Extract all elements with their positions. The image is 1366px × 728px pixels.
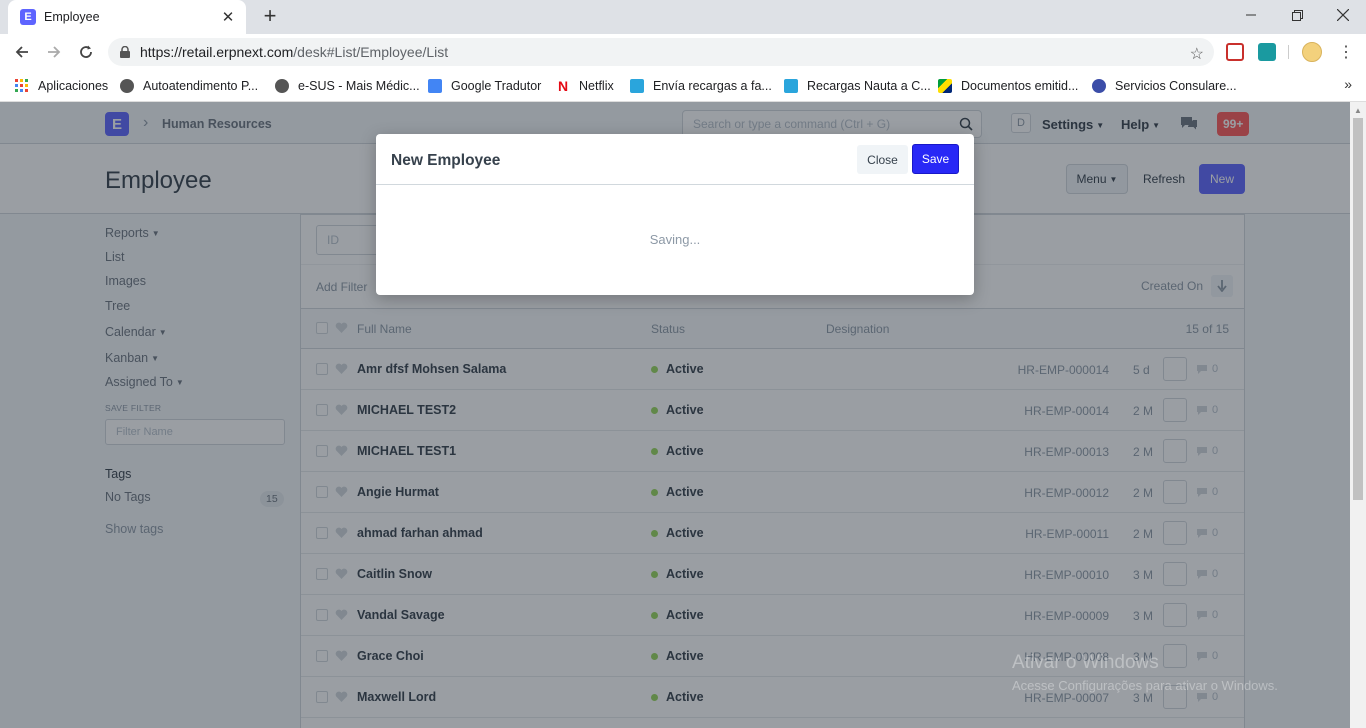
- address-bar[interactable]: https://retail.erpnext.com/desk#List/Emp…: [108, 38, 1214, 66]
- new-tab-button[interactable]: +: [258, 4, 282, 28]
- dialog-title: New Employee: [391, 152, 501, 169]
- bookmark-label: Documentos emitid...: [961, 79, 1079, 93]
- bookmark-label: e-SUS - Mais Médic...: [298, 79, 420, 93]
- watermark-title: Ativar o Windows: [1012, 652, 1159, 673]
- bookmark-label: Envía recargas a fa...: [653, 79, 772, 93]
- bookmark-item[interactable]: Aplicaciones: [15, 76, 108, 96]
- bookmark-item[interactable]: Documentos emitid...: [938, 76, 1078, 96]
- bookmark-label: Google Tradutor: [451, 79, 542, 93]
- browser-menu-icon[interactable]: ⋮: [1338, 42, 1354, 62]
- seal-icon: [1092, 79, 1106, 93]
- saving-indicator: Saving...: [649, 231, 701, 247]
- bookmark-label: Recargas Nauta a C...: [807, 79, 931, 93]
- page-scrollbar[interactable]: ▲: [1350, 102, 1366, 728]
- close-icon: [1337, 9, 1349, 21]
- back-arrow-icon: [15, 46, 28, 58]
- bookmark-item[interactable]: Servicios Consulare...: [1092, 76, 1237, 96]
- bookmark-label: Netflix: [579, 79, 614, 93]
- close-window-button[interactable]: [1320, 0, 1366, 30]
- minimize-button[interactable]: [1228, 0, 1274, 30]
- windows-activation-watermark: Ativar o Windows Acesse Configurações pa…: [1012, 652, 1278, 693]
- globe-icon: [275, 79, 289, 93]
- bookmark-item[interactable]: e-SUS - Mais Médic...: [275, 76, 420, 96]
- google-translate-icon: [428, 79, 442, 93]
- bookmark-item[interactable]: Google Tradutor: [428, 76, 541, 96]
- browser-tabstrip: E Employee ✕ +: [0, 0, 1366, 34]
- reload-button[interactable]: [73, 39, 99, 65]
- erpnext-favicon-icon: E: [20, 9, 36, 25]
- bookmarks-more-icon[interactable]: »: [1344, 76, 1352, 92]
- bird-icon: [630, 79, 644, 93]
- close-button[interactable]: Close: [857, 145, 908, 174]
- minimize-icon: [1246, 14, 1256, 16]
- restore-icon: [1291, 9, 1303, 21]
- bookmark-label: Autoatendimento P...: [143, 79, 259, 93]
- bookmark-label: Aplicaciones: [38, 79, 109, 93]
- new-employee-dialog: New Employee Close Save Saving...: [376, 134, 974, 295]
- globe-icon: [120, 79, 134, 93]
- dialog-body: Saving...: [376, 185, 974, 295]
- extension-shield-icon[interactable]: [1226, 43, 1244, 61]
- watermark-subtitle: Acesse Configurações para ativar o Windo…: [1012, 678, 1278, 693]
- bookmark-item[interactable]: Recargas Nauta a C...: [784, 76, 931, 96]
- restore-button[interactable]: [1274, 0, 1320, 30]
- url-text: https://retail.erpnext.com/desk#List/Emp…: [140, 44, 448, 60]
- bookmark-label: Servicios Consulare...: [1115, 79, 1237, 93]
- bookmarks-bar: Aplicaciones Autoatendimento P... e-SUS …: [0, 70, 1366, 102]
- url-host: https://retail.erpnext.com: [140, 44, 294, 60]
- bird-icon: [784, 79, 798, 93]
- dialog-header: New Employee Close Save: [376, 134, 974, 185]
- flag-icon: [938, 79, 952, 93]
- bookmark-item[interactable]: N Netflix: [556, 76, 614, 96]
- extension-globe-icon[interactable]: [1258, 43, 1276, 61]
- browser-toolbar: https://retail.erpnext.com/desk#List/Emp…: [0, 34, 1366, 70]
- bookmark-star-icon[interactable]: ☆: [1190, 44, 1204, 64]
- bookmark-item[interactable]: Envía recargas a fa...: [630, 76, 772, 96]
- back-button[interactable]: [9, 39, 35, 65]
- forward-button[interactable]: [41, 39, 67, 65]
- bookmark-item[interactable]: Autoatendimento P...: [120, 76, 258, 96]
- forward-arrow-icon: [48, 46, 61, 58]
- reload-icon: [80, 45, 92, 58]
- profile-avatar[interactable]: [1302, 42, 1322, 62]
- tab-close-icon[interactable]: ✕: [220, 8, 236, 26]
- save-button[interactable]: Save: [912, 144, 959, 174]
- netflix-icon: N: [557, 78, 569, 94]
- scrollbar-thumb[interactable]: [1353, 118, 1363, 500]
- scroll-up-icon[interactable]: ▲: [1354, 106, 1362, 115]
- lock-icon: [120, 46, 130, 58]
- toolbar-divider: [1288, 45, 1289, 59]
- browser-tab[interactable]: E Employee ✕: [8, 0, 246, 34]
- url-path: /desk#List/Employee/List: [293, 44, 449, 60]
- tab-title: Employee: [44, 10, 100, 24]
- apps-grid-icon: [15, 79, 28, 92]
